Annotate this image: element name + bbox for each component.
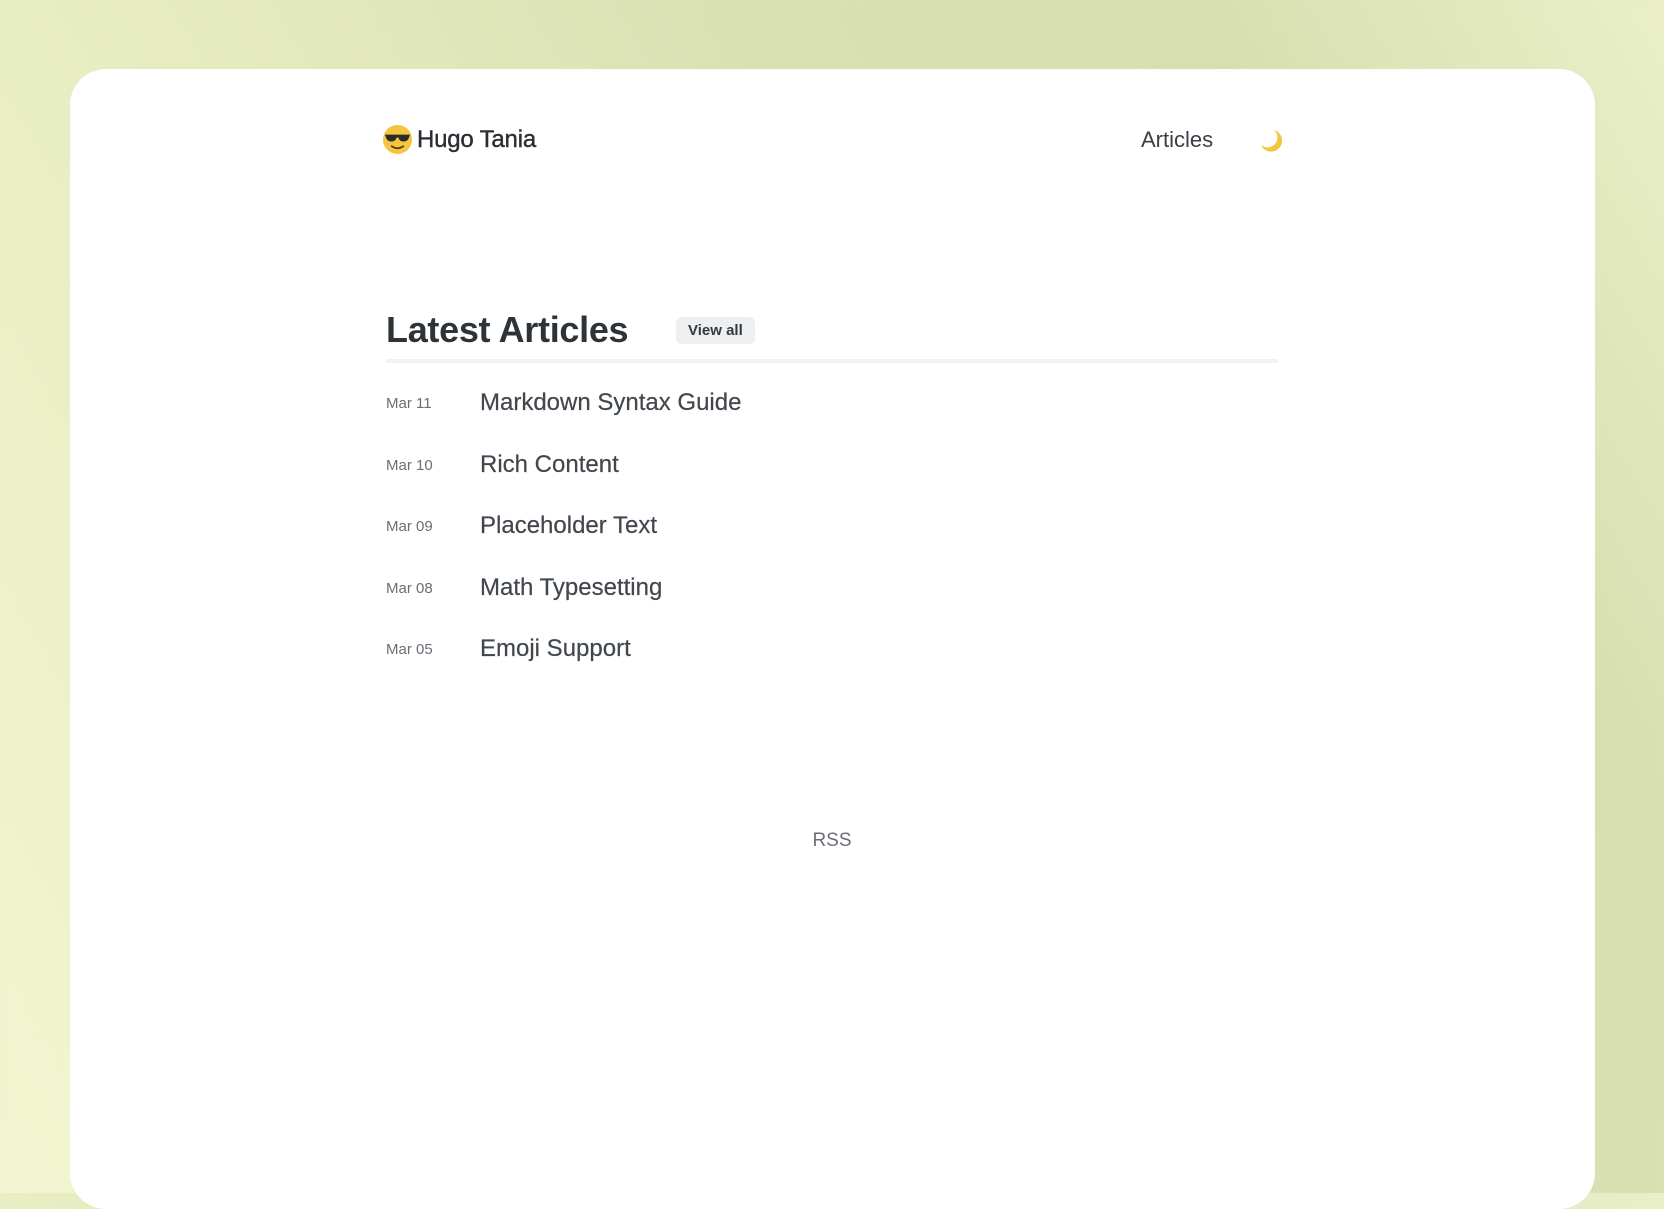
list-item: Mar 05 Emoji Support	[386, 633, 1278, 695]
article-list: Mar 11 Markdown Syntax Guide Mar 10 Rich…	[386, 387, 1278, 695]
article-date: Mar 05	[386, 641, 433, 658]
sunglasses-emoji-icon	[382, 124, 413, 155]
article-link[interactable]: Rich Content	[480, 450, 619, 479]
site-header: Hugo Tania Articles	[382, 124, 1283, 158]
site-footer: RSS	[386, 830, 1278, 852]
page-card: Hugo Tania Articles Latest Articles View…	[70, 69, 1595, 1209]
site-brand-link[interactable]: Hugo Tania	[382, 124, 536, 155]
list-item: Mar 08 Math Typesetting	[386, 572, 1278, 634]
view-all-button[interactable]: View all	[676, 317, 755, 344]
list-item: Mar 11 Markdown Syntax Guide	[386, 387, 1278, 449]
article-link[interactable]: Emoji Support	[480, 635, 631, 663]
article-link[interactable]: Placeholder Text	[480, 512, 657, 540]
list-item: Mar 09 Placeholder Text	[386, 510, 1278, 572]
article-date: Mar 09	[386, 518, 433, 535]
rss-link[interactable]: RSS	[812, 830, 851, 851]
theme-toggle-button[interactable]	[1256, 126, 1284, 154]
article-link[interactable]: Math Typesetting	[480, 573, 663, 602]
moon-icon	[1256, 130, 1284, 157]
article-date: Mar 10	[386, 456, 433, 474]
article-date: Mar 11	[386, 395, 432, 412]
site-title: Hugo Tania	[417, 125, 537, 153]
list-item: Mar 10 Rich Content	[386, 449, 1278, 511]
section-title: Latest Articles	[386, 309, 629, 350]
nav-link-articles[interactable]: Articles	[1141, 127, 1213, 153]
article-link[interactable]: Markdown Syntax Guide	[480, 389, 742, 417]
article-date: Mar 08	[386, 579, 433, 597]
section-divider	[386, 359, 1278, 363]
latest-articles-header: Latest Articles View all	[386, 309, 1278, 359]
